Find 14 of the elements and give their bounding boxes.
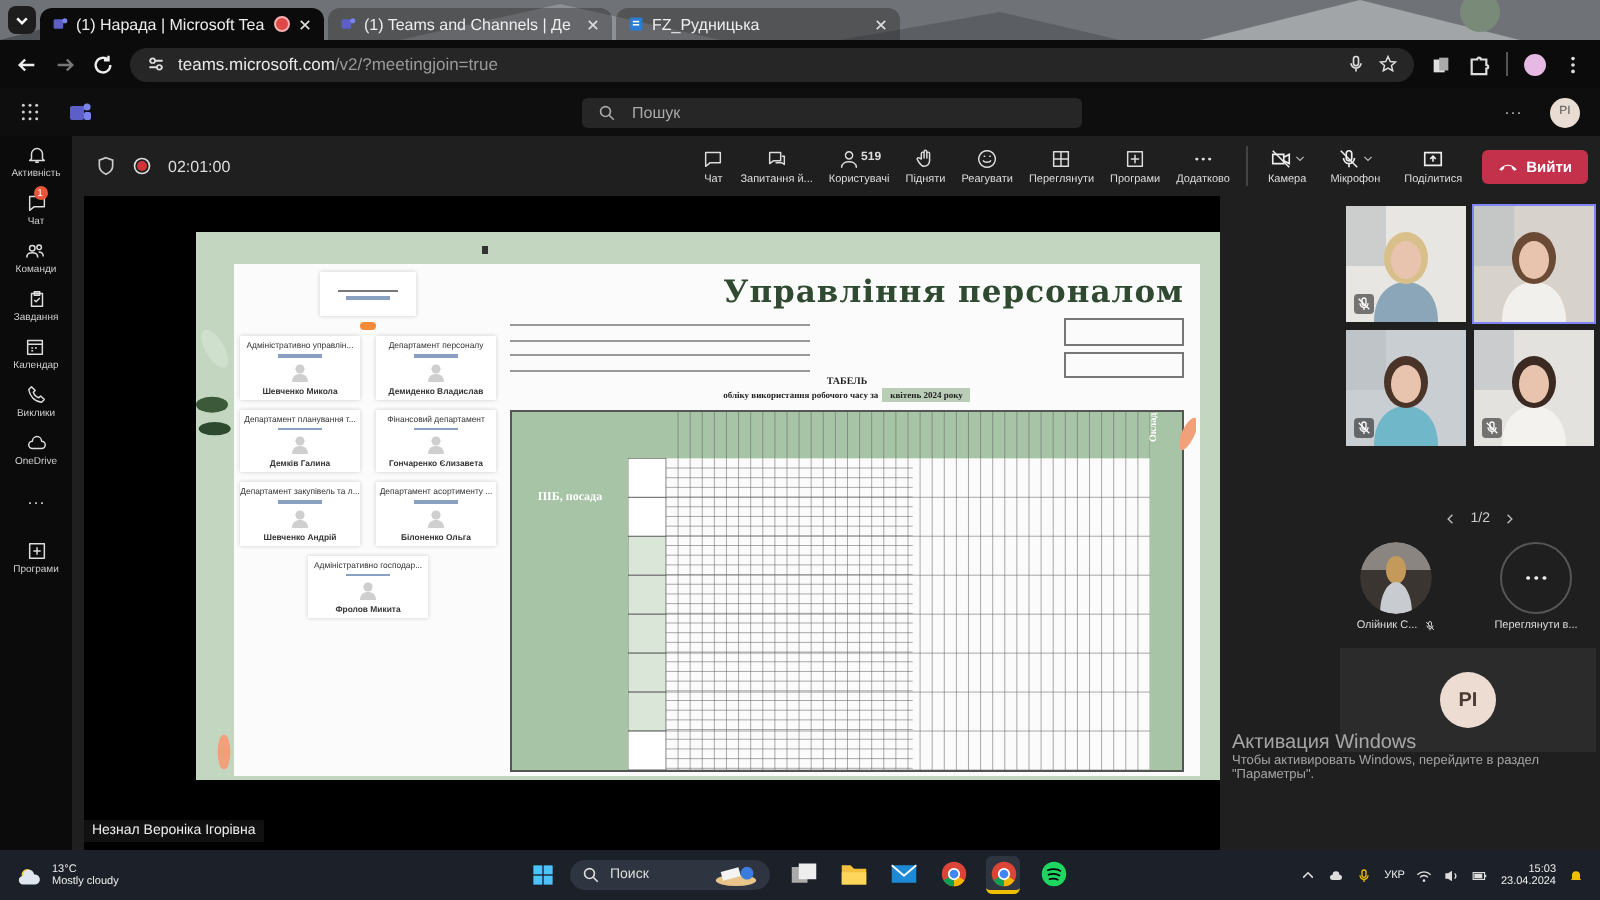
activation-title: Активация Windows xyxy=(1232,732,1419,754)
tab-title: FZ_Рудницька xyxy=(652,15,762,33)
user-avatar: PI xyxy=(1440,672,1496,728)
meeting-timer: 02:01:00 xyxy=(168,157,231,175)
more-button[interactable]: ··· xyxy=(1504,102,1522,122)
tab-title: (1) Teams and Channels | Де xyxy=(364,15,573,33)
browser-tab[interactable]: (1) Нарада | Microsoft Tea xyxy=(40,8,324,40)
tab-title: (1) Нарада | Microsoft Tea xyxy=(76,15,266,33)
browser-tab[interactable]: FZ_Рудницька xyxy=(616,8,900,40)
rail-item[interactable]: ··· xyxy=(27,492,45,516)
browser-tab[interactable]: (1) Teams and Channels | Де xyxy=(328,8,612,40)
slide-title: Управління персоналом xyxy=(721,272,1184,310)
search-field[interactable]: Пошук xyxy=(582,97,1082,127)
address-field[interactable]: teams.microsoft.com/v2/?meetingjoin=true xyxy=(130,47,1414,81)
